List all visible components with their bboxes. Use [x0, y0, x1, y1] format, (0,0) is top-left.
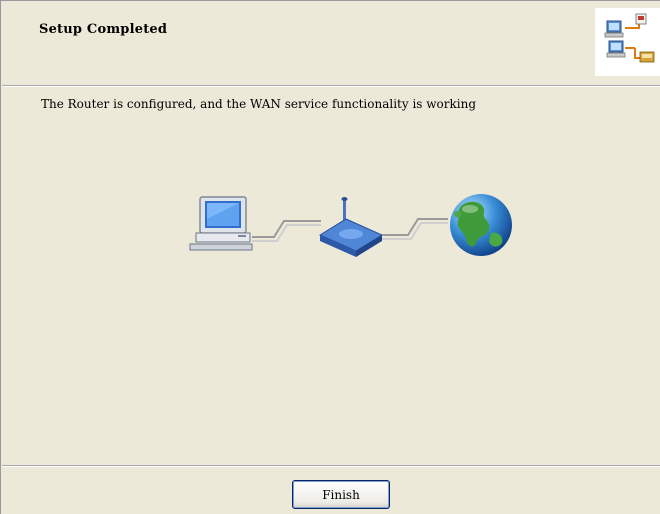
cable-left: [252, 220, 321, 242]
router-icon: [318, 197, 384, 257]
footer-separator: [2, 465, 660, 467]
globe-icon: [450, 194, 512, 256]
network-wizard-icon: [604, 13, 655, 63]
wizard-window: Setup Completed The Router is configured…: [0, 0, 660, 514]
header-icon-panel: [595, 8, 660, 76]
header-separator: [2, 85, 660, 87]
page-title: Setup Completed: [39, 22, 168, 37]
connection-diagram: [189, 194, 512, 257]
wizard-header: Setup Completed: [2, 2, 660, 78]
computer-icon: [189, 196, 253, 251]
finish-button[interactable]: Finish: [292, 480, 390, 509]
status-message: The Router is configured, and the WAN se…: [41, 97, 477, 111]
cable-right: [382, 218, 448, 240]
